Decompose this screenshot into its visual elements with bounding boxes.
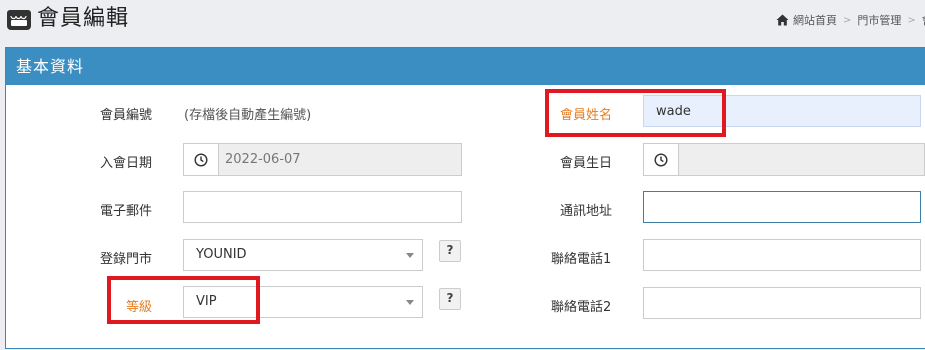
phone1-field[interactable] [643, 239, 921, 271]
birthday-input[interactable] [679, 143, 925, 176]
store-help-button[interactable]: ? [439, 240, 461, 262]
address-field[interactable] [643, 191, 921, 223]
email-label: 電子郵件 [100, 204, 153, 219]
chevron-down-icon [406, 300, 414, 305]
page-header: 會員編輯 網站首頁 > 門市管理 > 會 [0, 0, 925, 40]
store-select-value: YOUNID [196, 247, 247, 262]
highlight-box-level [107, 276, 260, 324]
join-date-field[interactable]: 2022-06-07 [183, 143, 462, 176]
breadcrumb-separator: > [907, 14, 916, 26]
join-date-input[interactable]: 2022-06-07 [219, 143, 462, 176]
email-input[interactable] [184, 192, 461, 222]
phone2-field[interactable] [643, 287, 921, 319]
join-date-clock-button[interactable] [183, 143, 219, 176]
member-no-label: 會員編號 [100, 108, 153, 123]
join-date-label: 入會日期 [100, 156, 153, 171]
address-input[interactable] [644, 192, 920, 222]
store-icon [7, 10, 31, 30]
clock-icon [194, 152, 208, 167]
level-help-button[interactable]: ? [439, 288, 461, 310]
phone1-label: 聯絡電話1 [551, 252, 612, 267]
breadcrumb-home-link[interactable]: 網站首頁 [793, 12, 837, 28]
phone1-input[interactable] [644, 240, 920, 270]
clock-icon [654, 152, 668, 167]
phone2-label: 聯絡電話2 [551, 300, 612, 315]
chevron-down-icon [406, 253, 414, 258]
home-icon[interactable] [776, 14, 789, 26]
member-no-value: (存檔後自動產生編號) [184, 108, 312, 123]
phone2-input[interactable] [644, 288, 920, 318]
address-label: 通訊地址 [560, 204, 613, 219]
highlight-box-member-name [545, 89, 726, 137]
email-field[interactable] [183, 191, 462, 223]
panel-title: 基本資料 [6, 48, 925, 85]
birthday-clock-button[interactable] [643, 143, 679, 176]
birthday-label: 會員生日 [560, 156, 613, 171]
birthday-field[interactable] [643, 143, 925, 176]
breadcrumb: 網站首頁 > 門市管理 > 會 [776, 12, 925, 28]
breadcrumb-separator: > [843, 14, 852, 26]
breadcrumb-section-link[interactable]: 門市管理 [857, 12, 901, 28]
store-label: 登錄門市 [100, 252, 153, 267]
store-select[interactable]: YOUNID [183, 239, 423, 271]
page-title: 會員編輯 [37, 6, 130, 31]
